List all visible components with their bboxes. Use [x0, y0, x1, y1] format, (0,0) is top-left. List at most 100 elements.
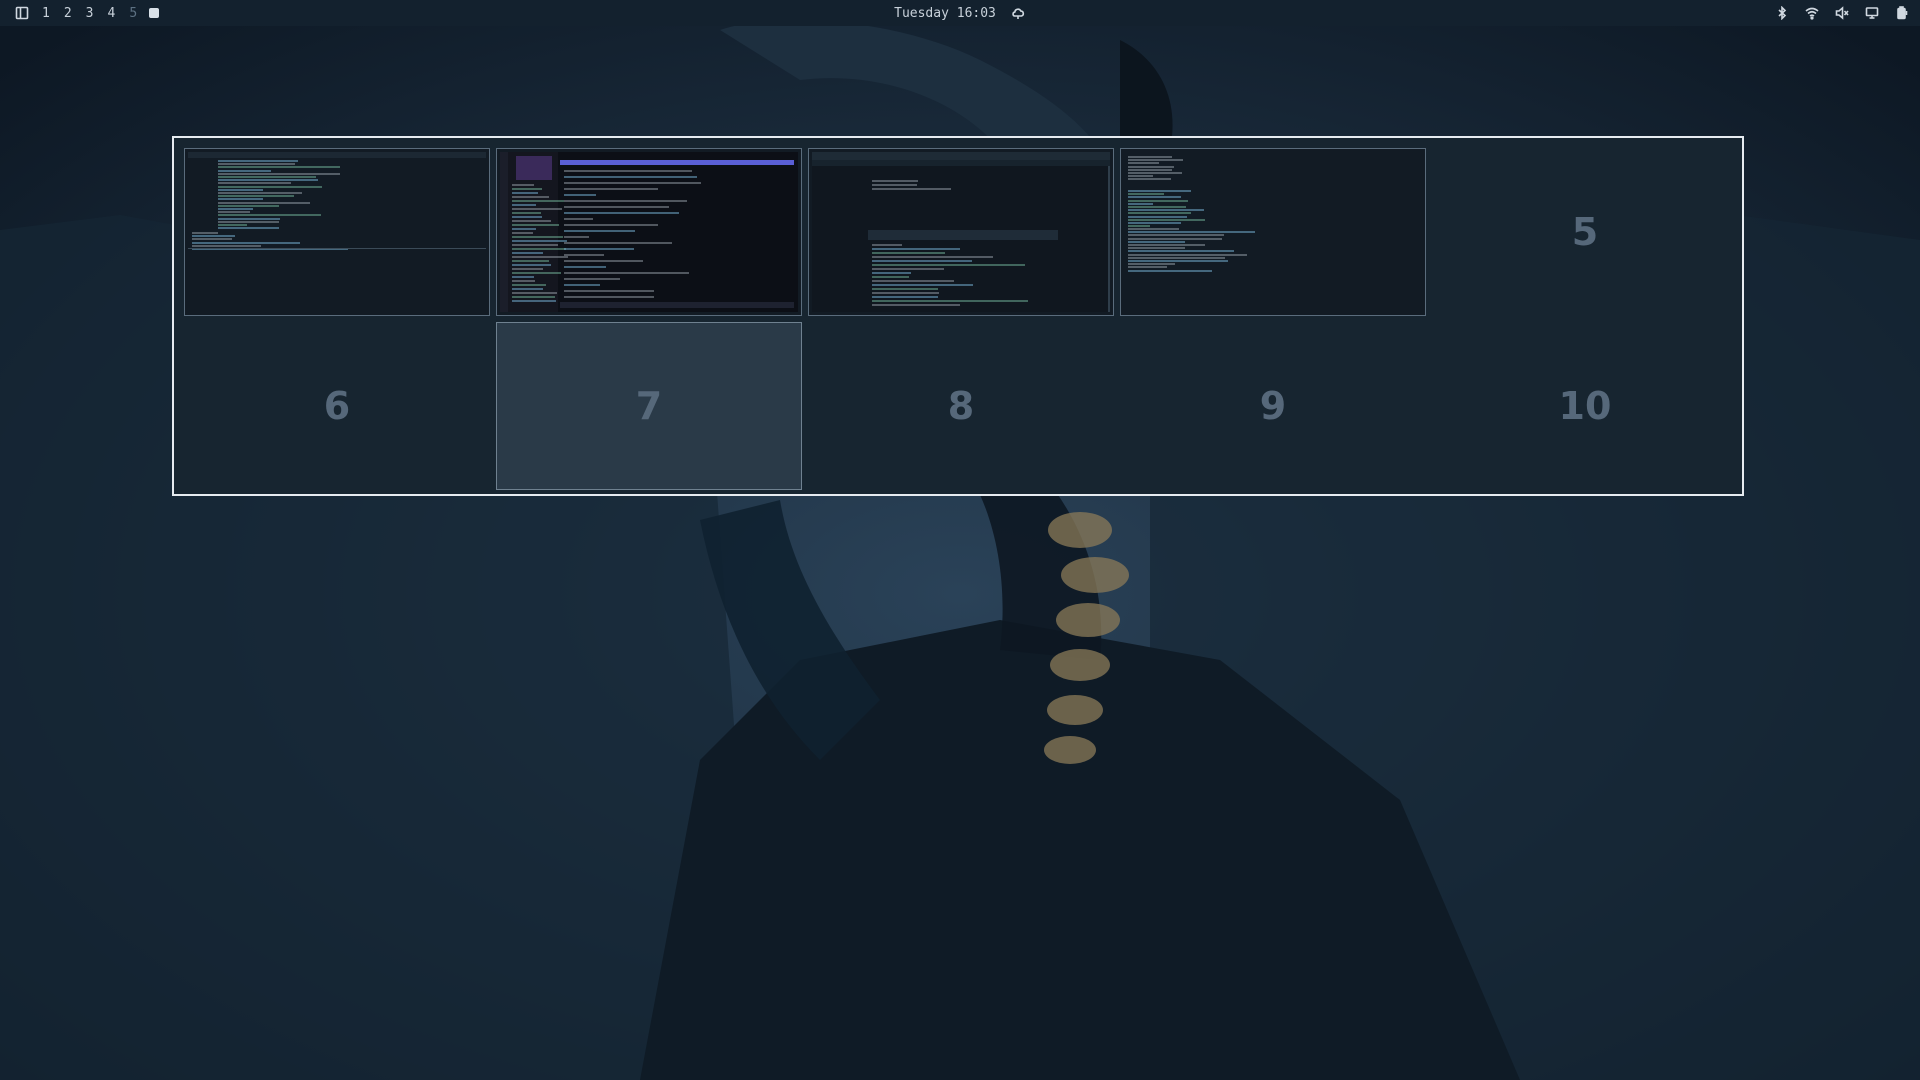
workspace-button-4[interactable]: 4 — [105, 6, 117, 21]
workspace-number: 7 — [635, 384, 663, 428]
text-line — [564, 176, 697, 178]
text-line — [512, 248, 567, 250]
text-line — [1128, 228, 1179, 230]
text-line — [218, 214, 322, 217]
text-line — [564, 224, 658, 226]
text-line — [512, 276, 534, 278]
text-line — [564, 230, 635, 232]
text-line — [512, 260, 549, 262]
text-line — [512, 280, 535, 282]
workspace-overview: 5 6 7 8 9 10 — [172, 136, 1744, 496]
text-line — [564, 296, 654, 298]
text-line — [512, 184, 535, 186]
text-line — [564, 188, 658, 190]
text-line — [564, 212, 679, 214]
text-line — [564, 272, 690, 274]
text-line — [218, 160, 299, 162]
text-line — [512, 228, 536, 230]
text-line — [1128, 231, 1255, 234]
text-line — [512, 272, 561, 274]
browser-window-preview[interactable] — [812, 152, 1110, 312]
battery-icon[interactable] — [1894, 5, 1910, 21]
divider — [188, 248, 486, 249]
wifi-icon[interactable] — [1804, 5, 1820, 21]
workspace-thumbnail-2[interactable] — [496, 148, 802, 316]
text-line — [872, 272, 911, 274]
text-line — [1128, 162, 1160, 165]
text-line — [512, 220, 552, 222]
text-line — [512, 188, 543, 190]
text-line — [872, 184, 918, 186]
text-line — [564, 248, 634, 250]
workspace-thumbnail-10[interactable]: 10 — [1432, 322, 1738, 490]
text-line — [872, 288, 938, 290]
text-line — [512, 252, 543, 254]
text-line — [872, 284, 973, 286]
workspace-thumbnail-9[interactable]: 9 — [1120, 322, 1426, 490]
bluetooth-icon[interactable] — [1774, 5, 1790, 21]
text-line — [1128, 159, 1183, 162]
text-line — [872, 260, 973, 262]
workspace-thumbnail-6[interactable]: 6 — [184, 322, 490, 490]
workspace-thumbnail-1[interactable] — [184, 148, 490, 316]
terminal-window-preview[interactable] — [1124, 152, 1422, 312]
workspace-thumbnail-8[interactable]: 8 — [808, 322, 1114, 490]
scrollbar — [1108, 166, 1110, 312]
text-line — [1128, 256, 1226, 259]
workspace-thumbnail-5[interactable]: 5 — [1432, 148, 1738, 316]
text-line — [512, 212, 541, 214]
titlebar — [188, 152, 486, 158]
workspace-button-1[interactable]: 1 — [40, 6, 52, 21]
volume-muted-icon[interactable] — [1834, 5, 1850, 21]
text-line — [1128, 215, 1188, 218]
cloud-icon[interactable] — [1010, 5, 1026, 21]
text-line — [512, 268, 544, 270]
text-line — [512, 192, 538, 194]
text-line — [872, 296, 938, 298]
display-icon[interactable] — [1864, 5, 1880, 21]
text-line — [1128, 172, 1183, 174]
active-workspace-indicator[interactable] — [149, 8, 160, 18]
text-line — [1128, 193, 1165, 196]
text-line — [512, 284, 547, 286]
text-line — [872, 248, 961, 250]
workspace-grid: 5 6 7 8 9 10 — [184, 148, 1738, 490]
chat-window-preview[interactable] — [500, 152, 798, 312]
text-line — [564, 236, 589, 238]
text-line — [512, 256, 568, 258]
workspace-thumbnail-3[interactable] — [808, 148, 1114, 316]
clock[interactable]: Tuesday 16:03 — [894, 6, 996, 21]
text-line — [218, 185, 323, 188]
workspace-thumbnail-4[interactable] — [1120, 148, 1426, 316]
text-line — [1128, 168, 1172, 171]
text-line — [564, 206, 670, 208]
text-line — [872, 188, 952, 190]
text-line — [512, 292, 557, 294]
text-line — [564, 290, 655, 292]
text-line — [1128, 266, 1167, 269]
tab-bar — [812, 152, 1110, 160]
text-line — [512, 224, 560, 226]
workspace-button-2[interactable]: 2 — [62, 6, 74, 21]
text-line — [1128, 190, 1192, 192]
workspace-thumbnail-7[interactable]: 7 — [496, 322, 802, 490]
workspace-button-5[interactable]: 5 — [127, 6, 139, 21]
text-line — [1128, 212, 1191, 215]
text-line — [564, 182, 701, 184]
workspace-button-3[interactable]: 3 — [84, 6, 96, 21]
layout-icon[interactable] — [14, 5, 30, 21]
text-line — [512, 236, 563, 238]
text-line — [1128, 165, 1174, 168]
text-line — [1128, 244, 1205, 246]
terminal-window-preview[interactable] — [188, 152, 486, 312]
text-line — [192, 232, 219, 234]
text-line — [512, 208, 562, 210]
text-line — [192, 235, 235, 238]
text-line — [872, 256, 994, 258]
text-line — [218, 195, 295, 198]
text-line — [564, 242, 673, 244]
text-line — [564, 284, 601, 286]
text-line — [564, 254, 605, 256]
text-line — [218, 172, 341, 175]
url-bar — [812, 160, 1110, 166]
